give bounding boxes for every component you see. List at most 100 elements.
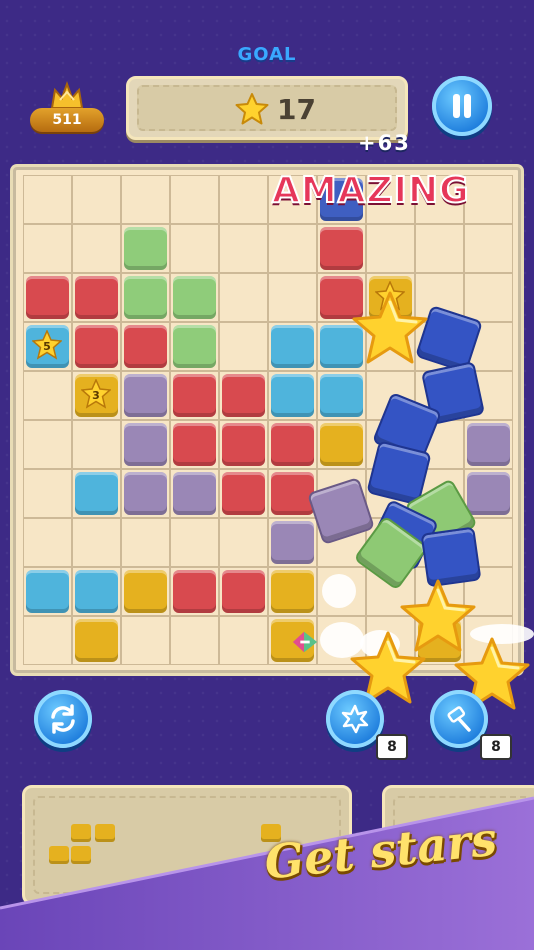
board-cell[interactable] (464, 175, 513, 224)
board-cell[interactable] (121, 322, 170, 371)
board-cell[interactable] (366, 567, 415, 616)
board-cell[interactable] (121, 224, 170, 273)
board-cell[interactable] (366, 616, 415, 665)
board-cell[interactable] (268, 371, 317, 420)
board-cell[interactable]: 3 (72, 371, 121, 420)
board-cell[interactable] (219, 616, 268, 665)
board-cell[interactable] (23, 224, 72, 273)
board-cell[interactable] (317, 322, 366, 371)
board-cell[interactable] (170, 322, 219, 371)
board-cell[interactable] (170, 273, 219, 322)
board-cell[interactable] (121, 273, 170, 322)
board-grid[interactable]: 53 (23, 175, 513, 665)
board-cell[interactable] (219, 567, 268, 616)
board-cell[interactable] (170, 420, 219, 469)
board-cell[interactable] (317, 371, 366, 420)
board-cell[interactable] (415, 420, 464, 469)
board-cell[interactable] (72, 518, 121, 567)
board-cell[interactable] (464, 518, 513, 567)
board-cell[interactable] (366, 322, 415, 371)
board-cell[interactable] (366, 518, 415, 567)
board-cell[interactable] (415, 224, 464, 273)
board-cell[interactable] (121, 420, 170, 469)
board-cell[interactable] (72, 224, 121, 273)
board-cell[interactable] (170, 567, 219, 616)
board-cell[interactable] (317, 469, 366, 518)
board-cell[interactable] (415, 616, 464, 665)
board-cell[interactable] (170, 616, 219, 665)
board-cell[interactable] (219, 322, 268, 371)
board-cell[interactable] (23, 616, 72, 665)
board-cell[interactable] (317, 616, 366, 665)
board-cell[interactable] (121, 469, 170, 518)
board-cell[interactable] (415, 518, 464, 567)
board-cell[interactable] (170, 224, 219, 273)
board-cell[interactable] (268, 420, 317, 469)
board-cell[interactable] (464, 616, 513, 665)
board-cell[interactable] (72, 420, 121, 469)
board-cell[interactable] (464, 567, 513, 616)
board-cell[interactable] (415, 469, 464, 518)
board-cell[interactable] (268, 469, 317, 518)
board-cell[interactable] (23, 567, 72, 616)
board-cell[interactable] (72, 616, 121, 665)
board-cell[interactable] (268, 518, 317, 567)
board-cell[interactable] (219, 175, 268, 224)
board-cell[interactable] (415, 371, 464, 420)
board-cell[interactable] (415, 273, 464, 322)
board-cell[interactable] (317, 567, 366, 616)
board-cell[interactable] (23, 371, 72, 420)
board-cell[interactable] (415, 322, 464, 371)
board-cell[interactable] (366, 371, 415, 420)
board-cell[interactable] (464, 322, 513, 371)
board-cell[interactable] (219, 518, 268, 567)
board-cell[interactable] (72, 567, 121, 616)
board-cell[interactable] (464, 420, 513, 469)
board-cell[interactable] (72, 322, 121, 371)
refresh-button[interactable] (34, 690, 92, 748)
board-cell[interactable] (219, 420, 268, 469)
board-cell[interactable] (121, 518, 170, 567)
board-cell[interactable] (268, 273, 317, 322)
board-cell[interactable] (464, 371, 513, 420)
board-cell[interactable] (219, 469, 268, 518)
board-cell[interactable] (268, 616, 317, 665)
board-cell[interactable] (23, 518, 72, 567)
board-cell[interactable] (317, 420, 366, 469)
board-cell[interactable] (219, 273, 268, 322)
board-cell[interactable] (121, 567, 170, 616)
board-cell[interactable] (464, 469, 513, 518)
board-cell[interactable] (268, 224, 317, 273)
board-cell[interactable] (121, 175, 170, 224)
board-cell[interactable] (464, 224, 513, 273)
board-cell[interactable] (72, 175, 121, 224)
board-cell[interactable] (464, 273, 513, 322)
board-cell[interactable] (317, 518, 366, 567)
board-cell[interactable] (219, 371, 268, 420)
board-cell[interactable] (268, 567, 317, 616)
board-cell[interactable] (170, 518, 219, 567)
board-cell[interactable] (170, 175, 219, 224)
board-cell[interactable] (170, 371, 219, 420)
game-board[interactable]: 53 (13, 167, 521, 673)
board-cell[interactable] (121, 616, 170, 665)
board-cell[interactable] (366, 420, 415, 469)
pause-button[interactable] (432, 76, 492, 136)
board-cell[interactable] (268, 322, 317, 371)
board-cell[interactable] (23, 469, 72, 518)
board-cell[interactable]: 5 (23, 322, 72, 371)
board-cell[interactable] (415, 567, 464, 616)
board-cell[interactable] (72, 273, 121, 322)
board-cell[interactable] (366, 469, 415, 518)
board-cell[interactable] (317, 224, 366, 273)
board-cell[interactable] (366, 273, 415, 322)
board-cell[interactable] (72, 469, 121, 518)
board-cell[interactable] (317, 273, 366, 322)
board-cell[interactable] (23, 175, 72, 224)
board-cell[interactable] (23, 420, 72, 469)
board-cell[interactable] (366, 224, 415, 273)
board-cell[interactable] (219, 224, 268, 273)
board-cell[interactable] (170, 469, 219, 518)
board-cell[interactable] (23, 273, 72, 322)
board-cell[interactable] (121, 371, 170, 420)
